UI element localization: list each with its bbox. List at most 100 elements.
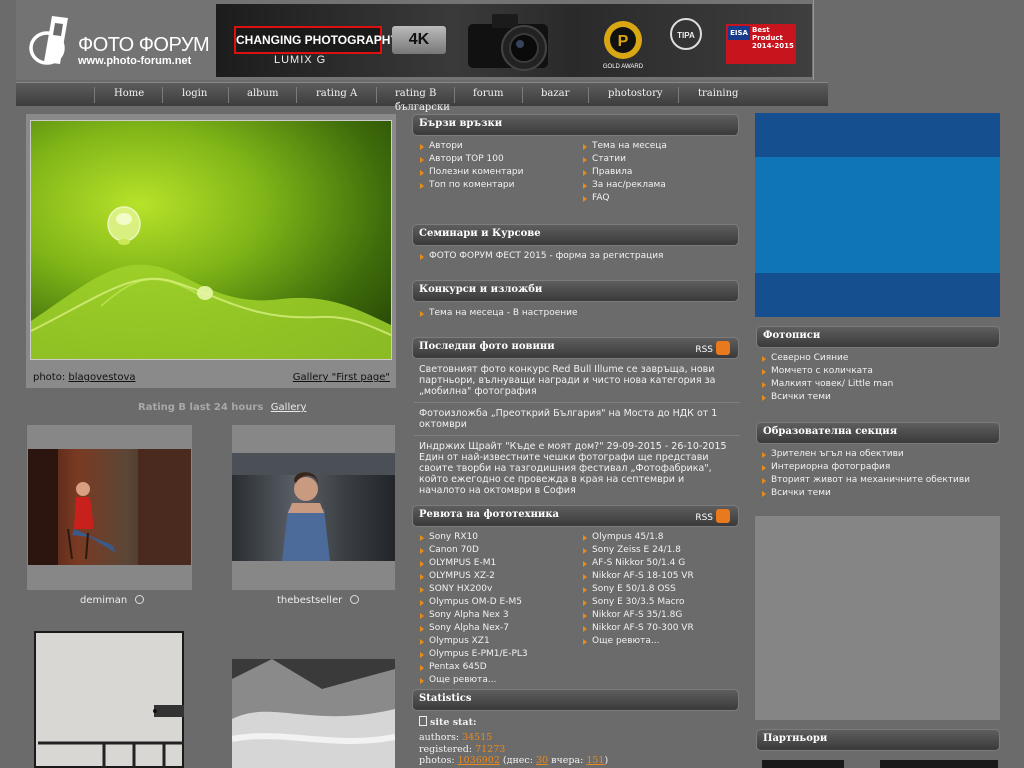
partner-logo[interactable] (762, 760, 844, 768)
all-topics-link[interactable]: Всички теми (760, 392, 893, 405)
review-item[interactable]: Nikkor AF-S 18-105 VR (581, 571, 694, 584)
thumbnail-author-name: demiman (80, 595, 128, 606)
camera-icon (468, 14, 548, 71)
stat-photos-value[interactable]: 1036902 (458, 755, 500, 766)
stat-authors-value: 34515 (462, 732, 493, 743)
news-rss-link[interactable]: RSS (695, 341, 730, 355)
link-useful-comments[interactable]: Полезни коментари (418, 167, 523, 180)
education-item[interactable]: Вторият живот на механичните обективи (760, 475, 970, 488)
partner-logo[interactable] (880, 760, 998, 768)
more-reviews-link[interactable]: Още ревюта... (418, 675, 528, 688)
eisa-award-badge: EISA Best Product 2014-2015 (726, 24, 796, 64)
stat-yesterday-value[interactable]: 151 (586, 755, 604, 766)
gallery-first-page-link[interactable]: Gallery "First page" (293, 372, 390, 383)
nav-forum[interactable]: forum (473, 88, 503, 99)
ad-banner[interactable]: CHANGING PHOTOGRAPHY LUMIX G 4K P GOLD A… (216, 4, 812, 77)
news-item[interactable]: Фотоизложба „Преоткрий България" на Мост… (419, 408, 729, 430)
nav-training[interactable]: training (698, 88, 738, 99)
nav-login[interactable]: login (182, 88, 207, 99)
review-item[interactable]: Olympus OM-D E-M5 (418, 597, 528, 610)
review-item[interactable]: Olympus 45/1.8 (581, 532, 694, 545)
nav-photostory[interactable]: photostory (608, 88, 663, 99)
site-stat-label: site stat: (419, 716, 476, 728)
reviews-rss-link[interactable]: RSS (695, 509, 730, 523)
thumbnail-card[interactable] (231, 659, 396, 768)
featured-photo[interactable] (30, 120, 392, 360)
clock-icon (135, 595, 145, 604)
link-articles[interactable]: Статии (581, 154, 667, 167)
review-item[interactable]: AF-S Nikkor 50/1.4 G (581, 558, 694, 571)
review-item[interactable]: Nikkor AF-S 70-300 VR (581, 623, 694, 636)
nav-rating-a[interactable]: rating A (316, 88, 357, 99)
language-link[interactable]: български (395, 102, 450, 113)
thumbnail-image[interactable] (28, 449, 191, 565)
stat-today-value[interactable]: 30 (536, 755, 548, 766)
contests-header: Конкурси и изложби (412, 280, 739, 302)
link-rules[interactable]: Правила (581, 167, 667, 180)
banner-brand: LUMIX G (274, 54, 327, 66)
partners-header: Партньори (756, 729, 1000, 751)
review-item[interactable]: OLYMPUS E-M1 (418, 558, 528, 571)
review-item[interactable]: Canon 70D (418, 545, 528, 558)
thumbnail-image[interactable] (232, 453, 395, 561)
fotopis-item[interactable]: Малкият човек/ Little man (760, 379, 893, 392)
document-icon (419, 716, 427, 726)
stat-authors-label: authors: (419, 732, 460, 743)
review-item[interactable]: Olympus XZ1 (418, 636, 528, 649)
banner-band (755, 157, 1000, 273)
link-theme-of-month[interactable]: Тема на месеца (581, 141, 667, 154)
link-about[interactable]: За нас/реклама (581, 180, 667, 193)
nav-divider (588, 87, 589, 103)
review-item[interactable]: Sony RX10 (418, 532, 528, 545)
link-top-comments[interactable]: Топ по коментари (418, 180, 523, 193)
author-link[interactable]: blagovestova (68, 372, 135, 383)
nav-rating-b[interactable]: rating B (395, 88, 436, 99)
review-item[interactable]: Pentax 645D (418, 662, 528, 675)
fotopisi-header: Фотописи (756, 326, 1000, 348)
statistics-header: Statistics (412, 689, 739, 711)
education-item[interactable]: Интериорна фотография (760, 462, 970, 475)
review-item[interactable]: Olympus E-PM1/E-PL3 (418, 649, 528, 662)
review-item[interactable]: Sony E 50/1.8 OSS (581, 584, 694, 597)
review-item[interactable]: Sony E 30/3.5 Macro (581, 597, 694, 610)
review-item[interactable]: Sony Zeiss E 24/1.8 (581, 545, 694, 558)
nav-divider (296, 87, 297, 103)
thumbnail-card[interactable] (32, 629, 186, 768)
link-authors[interactable]: Автори (418, 141, 523, 154)
divider (414, 402, 740, 403)
photo-credit: photo: blagovestova (33, 372, 136, 383)
banner-4k-badge: 4K (392, 26, 446, 54)
all-topics-link[interactable]: Всички теми (760, 488, 970, 501)
award-tipa-text: TIPA (677, 31, 695, 40)
review-item[interactable]: OLYMPUS XZ-2 (418, 571, 528, 584)
rating-gallery-link[interactable]: Gallery (271, 402, 307, 413)
news-item[interactable]: Индржих Щрайт "Къде е моят дом?" 29-09-2… (419, 441, 729, 496)
nav-bazar[interactable]: bazar (541, 88, 569, 99)
water-drop-image (31, 206, 391, 359)
link-authors-top100[interactable]: Автори TOP 100 (418, 154, 523, 167)
seminar-item[interactable]: ФОТО ФОРУМ ФЕСТ 2015 - форма за регистра… (418, 251, 663, 264)
stat-photos-label: photos: (419, 755, 455, 766)
education-item[interactable]: Зрителен ъгъл на обективи (760, 449, 970, 462)
link-faq[interactable]: FAQ (581, 193, 667, 206)
thumbnail-author[interactable]: demiman (80, 595, 145, 606)
review-item[interactable]: Nikkor AF-S 35/1.8G (581, 610, 694, 623)
woman-on-chair-image (28, 449, 191, 565)
contest-item[interactable]: Тема на месеца - В настроение (418, 308, 578, 321)
nav-home[interactable]: Home (114, 88, 144, 99)
quick-links-header: Бързи връзки (412, 114, 739, 136)
review-item[interactable]: Sony Alpha Nex 3 (418, 610, 528, 623)
nav-album[interactable]: album (247, 88, 278, 99)
news-item[interactable]: Световният фото конкурс Red Bull Illume … (419, 364, 729, 397)
photo-label: photo: (33, 372, 66, 383)
section-title: Образователна секция (763, 426, 898, 437)
site-logo[interactable]: ФОТО ФОРУМ www.photo-forum.net (28, 12, 210, 72)
review-item[interactable]: SONY HX200v (418, 584, 528, 597)
fotopis-item[interactable]: Северно Сияние (760, 353, 893, 366)
side-ad-banner[interactable] (755, 113, 1000, 317)
more-reviews-link[interactable]: Още ревюта... (581, 636, 694, 649)
camera-logo-icon (29, 16, 68, 65)
fotopis-item[interactable]: Момчето с количката (760, 366, 893, 379)
thumbnail-author[interactable]: thebestseller (277, 595, 360, 606)
review-item[interactable]: Sony Alpha Nex-7 (418, 623, 528, 636)
